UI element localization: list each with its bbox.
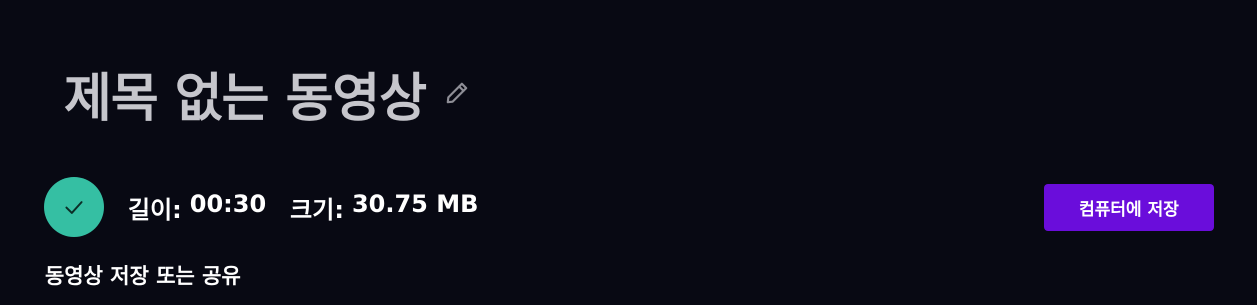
duration-value: 00:30	[189, 189, 267, 218]
pencil-icon[interactable]	[442, 78, 472, 108]
video-metadata: 길이: 00:30 크기: 30.75 MB	[128, 190, 478, 225]
title-row: 제목 없는 동영상	[64, 56, 472, 131]
video-title[interactable]: 제목 없는 동영상	[64, 56, 427, 131]
size-label: 크기:	[290, 195, 344, 224]
check-icon	[44, 177, 104, 237]
size-value: 30.75 MB	[351, 189, 479, 218]
save-or-share-heading: 동영상 저장 또는 공유	[45, 264, 241, 288]
duration-info: 길이: 00:30	[128, 190, 266, 225]
save-to-computer-button[interactable]: 컴퓨터에 저장	[1044, 184, 1214, 231]
size-info: 크기: 30.75 MB	[290, 190, 478, 225]
video-info-row: 길이: 00:30 크기: 30.75 MB	[44, 177, 478, 237]
export-page: 제목 없는 동영상 길이: 00:30 크기: 30.75 MB 컴퓨터에 저장	[0, 0, 1257, 305]
duration-label: 길이:	[128, 195, 182, 224]
